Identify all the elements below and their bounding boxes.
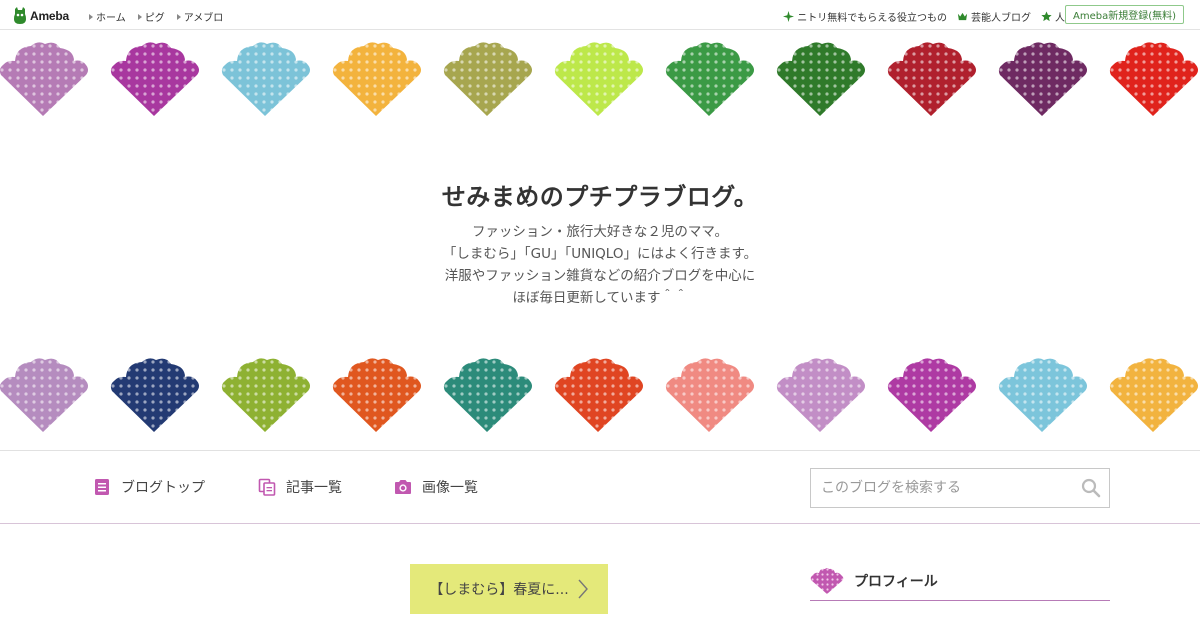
blog-search (810, 468, 1110, 508)
pattern-tile (665, 358, 754, 432)
profile-heading: プロフィール (810, 562, 1110, 601)
nav-ameblo-link[interactable]: アメブロ (176, 9, 224, 24)
triangle-right-icon (89, 13, 93, 20)
ameba-mascot-icon (14, 6, 26, 24)
sparkle-icon (783, 11, 795, 22)
top-bar: Ameba ホーム ピグ アメブロ ニトリ無料でもらえる役立つもの 芸能人ブログ… (0, 0, 1200, 30)
pattern-tile (110, 42, 199, 116)
entry-list-link[interactable]: 記事一覧 (258, 475, 342, 499)
blog-description-line: ファッション・旅行大好きな２児のママ。 (471, 224, 729, 240)
global-nav-left: ホーム ピグ アメブロ (89, 9, 223, 24)
blog-description-line: 洋服やファッション雑貨などの紹介ブログを中心に (444, 268, 756, 284)
nav-home-link[interactable]: ホーム (89, 9, 126, 24)
blog-top-link[interactable]: ブログトップ (93, 475, 205, 499)
blog-top-label: ブログトップ (121, 480, 205, 496)
blog-description-line: 「しまむら」「GU」「UNIQLO」にはよく行きます。 (442, 246, 758, 262)
pattern-tile (221, 42, 310, 116)
blog-title[interactable]: せみまめのプチプラブログ。 (0, 177, 1200, 212)
search-button[interactable] (1081, 478, 1101, 498)
global-nav-right: ニトリ無料でもらえる役立つもの 芸能人ブログ 人気ブログ (783, 9, 1105, 24)
pattern-tile (887, 42, 976, 116)
pattern-tile (776, 358, 865, 432)
star-icon (1041, 11, 1052, 22)
pattern-tile (887, 358, 976, 432)
nav-pigg-label: ピグ (144, 13, 165, 24)
pattern-tile (332, 358, 421, 432)
pattern-tile (0, 358, 88, 432)
entry-list-label: 記事一覧 (286, 480, 342, 496)
pattern-tile (443, 358, 532, 432)
pattern-tile (1109, 42, 1198, 116)
pattern-tile (443, 42, 532, 116)
pattern-tile (0, 42, 88, 116)
pattern-tile (110, 358, 199, 432)
blog-description-line: ほぼ毎日更新しています＾＾ (512, 290, 688, 306)
profile-pattern-icon (810, 568, 844, 594)
search-icon (1081, 478, 1101, 498)
logo-text: Ameba (30, 8, 70, 23)
nav-celebrity-label: 芸能人ブログ (971, 13, 1031, 24)
chevron-right-icon (578, 579, 588, 599)
pattern-tile (776, 42, 865, 116)
copy-documents-icon (258, 478, 276, 496)
pattern-tile (998, 358, 1087, 432)
nav-celebrity-link[interactable]: 芸能人ブログ (957, 9, 1031, 24)
image-list-link[interactable]: 画像一覧 (394, 475, 478, 499)
pattern-tile (554, 42, 643, 116)
nav-nitori-link[interactable]: ニトリ無料でもらえる役立つもの (783, 9, 947, 24)
pattern-tile (1109, 358, 1198, 432)
decorative-pattern-row-bottom (0, 358, 1200, 434)
decorative-pattern-row-top (0, 42, 1200, 118)
pattern-tile (998, 42, 1087, 116)
pattern-tile (665, 42, 754, 116)
triangle-right-icon (176, 13, 181, 20)
triangle-right-icon (137, 13, 142, 20)
crown-icon (957, 12, 968, 21)
blog-search-input[interactable] (811, 469, 1071, 507)
latest-entry-label: 【しまむら】春夏に... (429, 582, 569, 598)
signup-button[interactable]: Ameba新規登録(無料) (1064, 5, 1184, 24)
nav-nitori-label: ニトリ無料でもらえる役立つもの (797, 13, 947, 24)
pattern-tile (221, 358, 310, 432)
ameba-logo[interactable]: Ameba (13, 6, 69, 25)
image-list-label: 画像一覧 (422, 480, 478, 496)
blog-header: せみまめのプチプラブログ。 ファッション・旅行大好きな２児のママ。 「しまむら」… (0, 31, 1200, 450)
profile-title: プロフィール (854, 574, 938, 590)
pattern-tile (554, 358, 643, 432)
nav-ameblo-label: アメブロ (183, 13, 224, 24)
nav-pigg-link[interactable]: ピグ (137, 9, 165, 24)
camera-icon (395, 480, 411, 494)
blog-nav-bar: ブログトップ 記事一覧 画像一覧 (0, 450, 1200, 524)
nav-home-label: ホーム (96, 13, 126, 24)
document-icon (95, 479, 109, 495)
pattern-tile (332, 42, 421, 116)
latest-entry-button[interactable]: 【しまむら】春夏に... (410, 564, 608, 614)
blog-description: ファッション・旅行大好きな２児のママ。 「しまむら」「GU」「UNIQLO」には… (0, 221, 1200, 309)
